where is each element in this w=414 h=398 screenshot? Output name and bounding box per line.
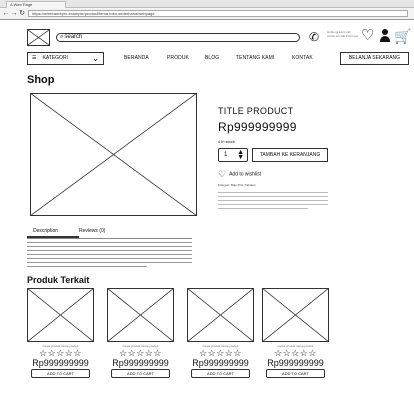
heart-outline-icon: ♡ [218, 169, 227, 179]
product-category: Kategori: Baju Pria, Pakaian [218, 183, 256, 187]
nav-link-tentang-kami[interactable]: TENTANG KAMI [236, 55, 274, 61]
description-text-line [27, 258, 192, 259]
stepper-arrows-icon[interactable]: ▲ ▼ [237, 149, 244, 161]
main-menu: ☰ KATEGORI ⌄ BERANDA PRODUK BLOG TENTANG K… [27, 52, 409, 66]
star-rating-icon: ☆☆☆☆☆ [39, 348, 82, 358]
product-title: TITLE PRODUCT [218, 106, 294, 116]
wishlist-link[interactable]: ♡ Add to wishlist [218, 169, 262, 179]
belanja-sekarang-button[interactable]: BELANJA SEKARANG [340, 52, 409, 65]
short-description-line [218, 196, 328, 197]
description-text-line [27, 254, 192, 255]
add-to-cart-button[interactable]: ADD TO CART [266, 369, 325, 378]
url-field[interactable]: https://wireframepro.example/product/tem… [28, 10, 408, 17]
related-product-price: Rp999999999 [192, 358, 249, 368]
related-product-card[interactable]: nama produk nama produk ☆☆☆☆☆ Rp99999999… [107, 288, 174, 383]
search-icon: ⌕ [60, 34, 64, 40]
forward-icon[interactable]: → [10, 9, 18, 18]
browser-tab[interactable]: A Web Page [6, 1, 66, 8]
short-description-line [218, 208, 308, 209]
short-description-line [218, 204, 328, 205]
nav-link-beranda[interactable]: BERANDA [124, 55, 149, 61]
cart-icon[interactable]: 🛒 [394, 28, 411, 44]
search-placeholder: search [64, 34, 83, 40]
heart-icon[interactable]: ♡ [361, 28, 374, 44]
related-product-price: Rp999999999 [112, 358, 169, 368]
related-product-card[interactable]: nama produk nama produk ☆☆☆☆☆ Rp99999999… [262, 288, 329, 383]
description-text-line [27, 266, 147, 267]
address-bar-row: ← → ↻ https://wireframepro.example/produ… [0, 8, 414, 20]
nav-link-kontak[interactable]: KONTAK [292, 55, 313, 61]
add-to-cart-button[interactable]: TAMBAH KE KERANJANG [252, 148, 328, 162]
related-product-image[interactable] [107, 288, 174, 342]
phone-icon[interactable]: ✆ [309, 31, 319, 43]
page-title: Shop [27, 74, 55, 86]
star-rating-icon: ☆☆☆☆☆ [199, 348, 242, 358]
nav-link-blog[interactable]: BLOG [205, 55, 219, 61]
description-text-line [27, 246, 192, 247]
logo-placeholder[interactable] [27, 29, 50, 46]
tab-bar: A Web Page [0, 0, 414, 8]
related-product-image[interactable] [262, 288, 329, 342]
wishlist-label: Add to wishlist [229, 171, 262, 178]
hamburger-icon: ☰ [32, 55, 37, 61]
tab-divider [27, 238, 192, 239]
kategori-button[interactable]: ☰ KATEGORI ⌄ [27, 52, 104, 65]
search-input[interactable]: ⌕search [56, 33, 300, 42]
star-rating-icon: ☆☆☆☆☆ [119, 348, 162, 358]
stock-status: 4 in stock [218, 139, 235, 144]
user-icon[interactable] [379, 28, 391, 43]
add-to-cart-button[interactable]: ADD TO CART [111, 369, 170, 378]
contact-text: Hubungi kami call center kontak informas… [327, 30, 359, 38]
tab-description[interactable]: Description [33, 228, 58, 234]
star-rating-icon: ☆☆☆☆☆ [274, 348, 317, 358]
related-products-title: Produk Terkait [27, 275, 90, 285]
browser-window: A Web Page ← → ↻ https://wireframepro.ex… [0, 0, 414, 398]
add-to-cart-button[interactable]: ADD TO CART [31, 369, 90, 378]
short-description-line [218, 192, 328, 193]
related-product-image[interactable] [187, 288, 254, 342]
nav-link-produk[interactable]: PRODUK [167, 55, 189, 61]
quantity-value: 1 [224, 152, 228, 158]
quantity-stepper[interactable]: 1 ▲ ▼ [218, 148, 248, 162]
product-image-placeholder[interactable] [30, 93, 197, 216]
related-product-card[interactable]: nama produk nama produk ☆☆☆☆☆ Rp99999999… [27, 288, 94, 383]
related-product-price: Rp999999999 [32, 358, 89, 368]
related-product-price: Rp999999999 [267, 358, 324, 368]
tab-reviews[interactable]: Reviews (0) [79, 228, 105, 234]
kategori-label: KATEGORI [42, 55, 68, 61]
related-product-image[interactable] [27, 288, 94, 342]
chevron-down-icon: ⌄ [92, 54, 99, 63]
related-product-card[interactable]: nama produk nama produk ☆☆☆☆☆ Rp99999999… [187, 288, 254, 383]
add-to-cart-button[interactable]: ADD TO CART [191, 369, 250, 378]
back-icon[interactable]: ← [2, 9, 10, 18]
short-description-line [218, 200, 328, 201]
description-text-line [27, 250, 192, 251]
product-price: Rp999999999 [218, 120, 297, 134]
reload-icon[interactable]: ↻ [18, 9, 26, 18]
description-text-line [27, 262, 192, 263]
description-text-line [27, 242, 192, 243]
